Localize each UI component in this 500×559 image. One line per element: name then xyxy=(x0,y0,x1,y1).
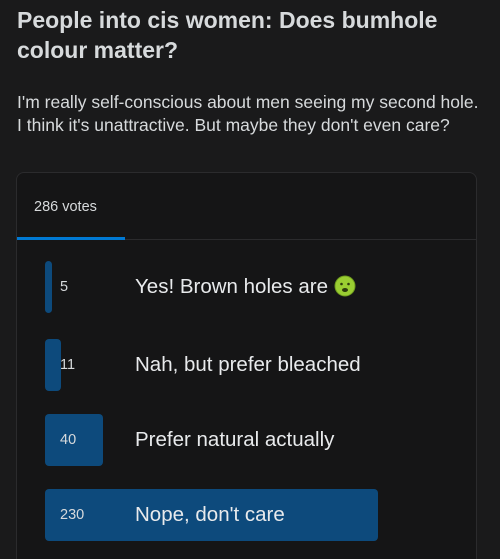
poll-option-label-text: Yes! Brown holes are xyxy=(135,275,328,298)
poll-option-count: 11 xyxy=(60,357,76,373)
poll-option-label: Nah, but prefer bleached xyxy=(135,353,361,376)
poll-option-4[interactable]: 230 Nope, don't care xyxy=(45,489,465,541)
post-body: I'm really self-conscious about men seei… xyxy=(17,92,479,135)
poll-option-2[interactable]: 11 Nah, but prefer bleached xyxy=(45,339,465,391)
active-tab-indicator xyxy=(17,237,125,240)
post-title[interactable]: People into cis women: Does bumhole colo… xyxy=(17,5,487,65)
poll-option-count: 40 xyxy=(60,432,77,448)
poll-option-1[interactable]: 5 Yes! Brown holes are xyxy=(45,261,465,313)
poll-option-count: 5 xyxy=(60,279,69,295)
poll-option-3[interactable]: 40 Prefer natural actually xyxy=(45,414,465,466)
poll-header: 286 votes xyxy=(17,173,476,240)
poll-option-count: 230 xyxy=(60,507,85,523)
vote-count: 286 votes xyxy=(34,199,97,215)
poll-option-label: Yes! Brown holes are xyxy=(135,261,356,313)
poll-option-label: Prefer natural actually xyxy=(135,428,335,451)
poll-card: 286 votes 5 Yes! Brown holes are 11 Nah,… xyxy=(16,172,477,559)
nauseated-face-icon xyxy=(334,275,356,297)
poll-option-bar xyxy=(45,339,61,391)
poll-option-bar xyxy=(45,261,52,313)
post-page: People into cis women: Does bumhole colo… xyxy=(0,0,500,559)
poll-option-label: Nope, don't care xyxy=(135,503,285,526)
